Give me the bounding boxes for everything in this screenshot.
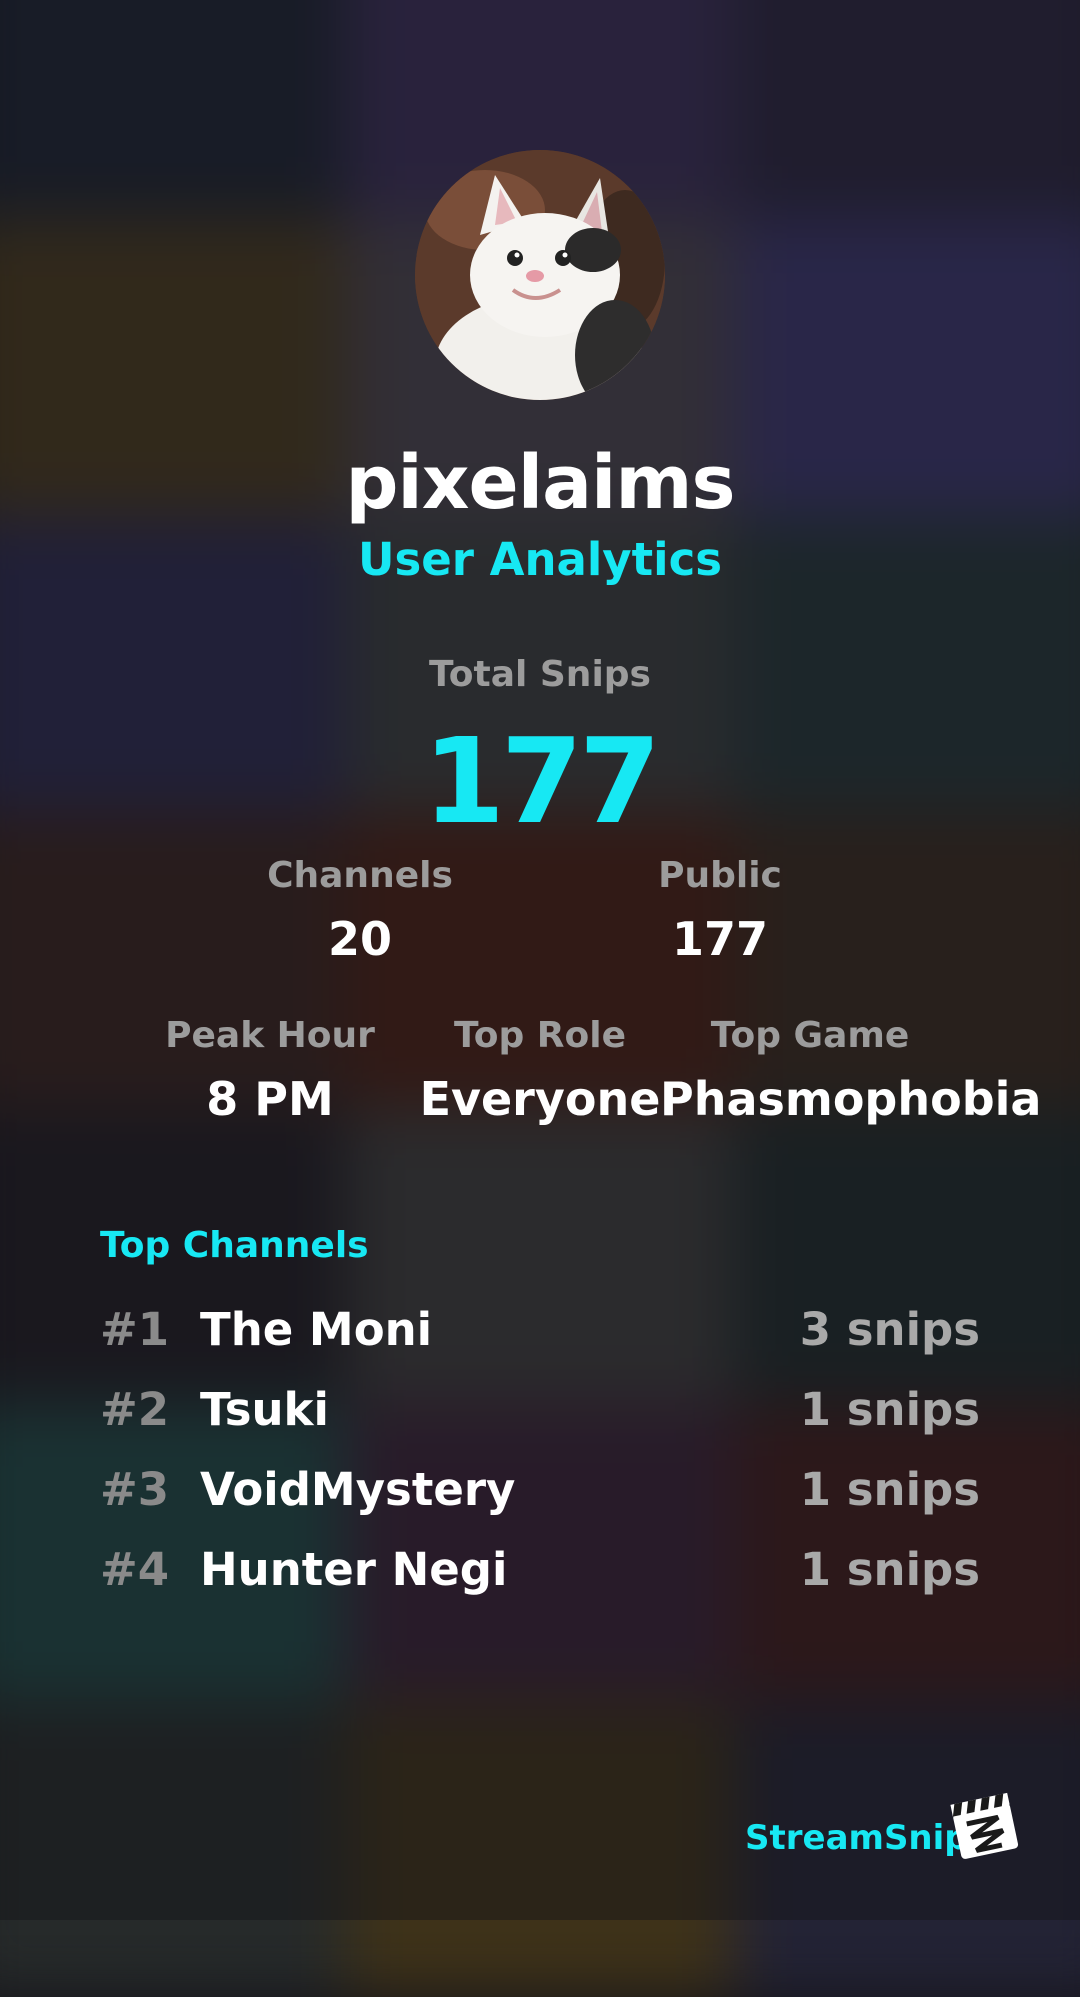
channels-value: 20 — [327, 912, 392, 966]
channel-snip-count: 1 snips — [799, 1463, 980, 1516]
top-game-value: Phasmophobia — [660, 1072, 1042, 1126]
channel-rank: #4 — [100, 1543, 170, 1596]
public-value: 177 — [671, 912, 769, 966]
analytics-card: pixelaims User Analytics Total Snips 177… — [0, 0, 1080, 1920]
top-game-label: Top Game — [710, 1015, 910, 1056]
channel-rank: #3 — [100, 1463, 170, 1516]
peak-hour-label: Peak Hour — [165, 1015, 375, 1056]
peak-hour-value: 8 PM — [206, 1072, 334, 1126]
channel-snip-count: 1 snips — [799, 1383, 980, 1436]
channel-rank: #2 — [100, 1383, 170, 1436]
cat-avatar-image — [415, 150, 665, 400]
top-channels-title: Top Channels — [100, 1225, 369, 1266]
username: pixelaims — [345, 440, 735, 526]
list-item: #3 VoidMystery 1 snips — [100, 1463, 980, 1527]
top-role-value: Everyone — [419, 1072, 661, 1126]
channel-name: Tsuki — [200, 1383, 329, 1436]
channel-name: VoidMystery — [200, 1463, 516, 1516]
channel-rank: #1 — [100, 1303, 170, 1356]
brand-name: StreamSnip — [745, 1818, 969, 1858]
channel-name: The Moni — [200, 1303, 433, 1356]
list-item: #1 The Moni 3 snips — [100, 1303, 980, 1367]
channels-label: Channels — [267, 855, 453, 896]
list-item: #4 Hunter Negi 1 snips — [100, 1543, 980, 1607]
channel-snip-count: 1 snips — [799, 1543, 980, 1596]
public-label: Public — [658, 855, 782, 896]
total-snips-label: Total Snips — [429, 654, 651, 695]
cat-avatar — [415, 150, 665, 400]
clapperboard-logo-icon — [948, 1790, 1024, 1866]
channel-snip-count: 3 snips — [799, 1303, 980, 1356]
page-subtitle: User Analytics — [357, 533, 723, 586]
top-role-label: Top Role — [453, 1015, 627, 1056]
total-snips-value: 177 — [422, 712, 661, 850]
list-item: #2 Tsuki 1 snips — [100, 1383, 980, 1447]
channel-name: Hunter Negi — [200, 1543, 508, 1596]
